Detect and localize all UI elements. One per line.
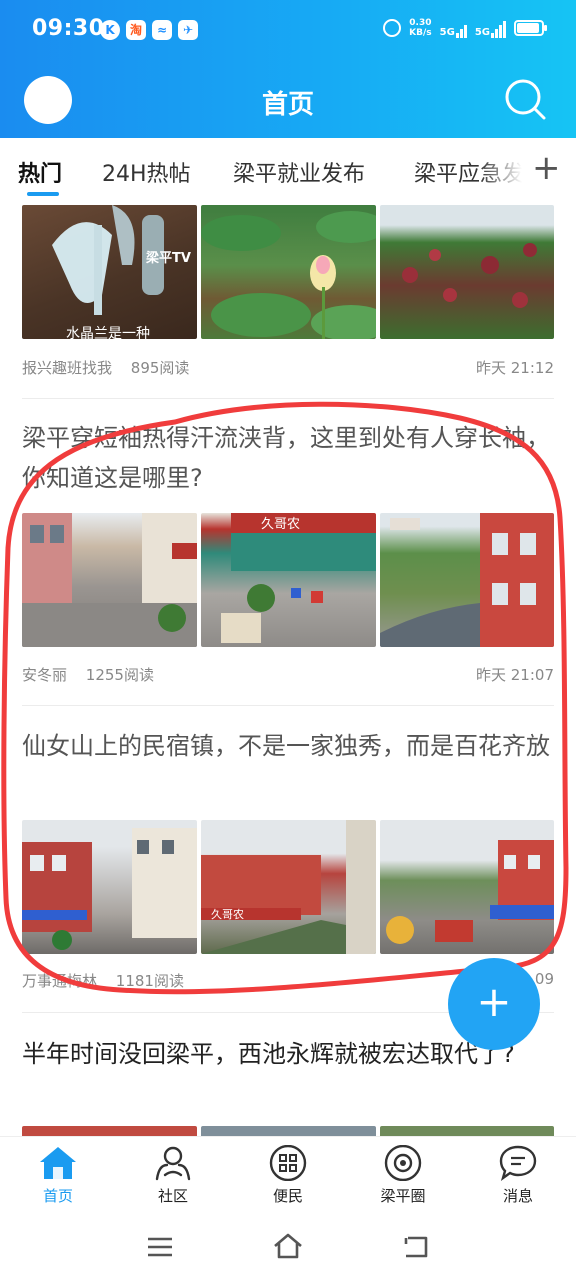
post-title[interactable]: 半年时间没回梁平，西池永辉就被宏达取代了? (22, 1034, 522, 1074)
image-caption: 水晶兰是一种 (66, 326, 150, 339)
post-image[interactable] (22, 1126, 197, 1136)
tab-fade (480, 138, 540, 202)
post-meta: 报兴趣班找我 895阅读 (22, 357, 189, 378)
k-app-icon: K (100, 20, 120, 40)
nav-label: 梁平圈 (380, 1187, 426, 1205)
signal-icon-1: 5G (440, 18, 467, 38)
menu-icon[interactable] (146, 1236, 174, 1258)
nav-label: 社区 (157, 1187, 188, 1205)
telegram-app-icon: ✈ (178, 20, 198, 40)
image-logo: 梁平TV (146, 251, 191, 266)
planet-icon (384, 1145, 422, 1181)
nav-circle[interactable]: 梁平圈 (363, 1145, 443, 1206)
tab-hot[interactable]: 热门 (18, 156, 62, 188)
tab-24h-hot[interactable]: 24H热帖 (102, 156, 191, 188)
nav-messages[interactable]: 消息 (478, 1145, 558, 1206)
alarm-icon (383, 19, 402, 37)
status-time: 09:30 (32, 16, 105, 41)
nav-label: 消息 (502, 1187, 533, 1205)
nav-label: 首页 (42, 1187, 73, 1205)
message-icon (499, 1145, 537, 1181)
tab-indicator (27, 192, 59, 196)
status-bar: 09:30 K 淘 ≈ ✈ 0.30 KB/s 5G 5G (0, 0, 576, 62)
add-tab-icon[interactable]: + (532, 148, 561, 188)
post-image[interactable] (201, 1126, 376, 1136)
net-speed: 0.30 KB/s (409, 18, 432, 38)
post-image-shrubs[interactable] (380, 205, 554, 339)
wifi-app-icon: ≈ (152, 20, 172, 40)
post-reads: 895阅读 (130, 359, 190, 377)
system-nav-bar (0, 1218, 576, 1280)
create-post-button[interactable]: + (448, 958, 540, 1050)
nav-home[interactable]: 首页 (18, 1145, 98, 1206)
signal-icon-2: 5G (475, 18, 506, 38)
taobao-app-icon: 淘 (126, 20, 146, 40)
services-grid-icon (269, 1145, 307, 1181)
status-right: 0.30 KB/s 5G 5G (383, 18, 547, 38)
battery-icon (514, 20, 547, 36)
top-bar: 09:30 K 淘 ≈ ✈ 0.30 KB/s 5G 5G 首页 (0, 0, 576, 138)
page-title: 首页 (261, 90, 314, 120)
back-icon[interactable] (402, 1234, 430, 1260)
post-image-lotus[interactable] (201, 205, 376, 339)
bottom-nav: 首页 社区 便民 梁平圈 消息 (0, 1136, 576, 1219)
tab-jobs[interactable]: 梁平就业发布 (233, 156, 365, 188)
search-icon[interactable] (504, 78, 546, 120)
highlight-annotation (1, 401, 569, 995)
community-icon (155, 1146, 191, 1181)
post-image[interactable] (380, 1126, 554, 1136)
nav-services[interactable]: 便民 (248, 1145, 328, 1206)
status-app-icons: K 淘 ≈ ✈ (100, 20, 198, 40)
nav-community[interactable]: 社区 (133, 1145, 213, 1206)
home-system-icon[interactable] (272, 1232, 304, 1260)
nav-label: 便民 (272, 1187, 303, 1205)
post-date: 昨天 21:12 (476, 359, 554, 377)
category-tabs: 热门 24H热帖 梁平就业发布 梁平应急发 + (0, 138, 576, 202)
home-icon (40, 1147, 76, 1179)
post-image-crystal-orchid[interactable]: 梁平TV 水晶兰是一种 (22, 205, 197, 339)
post-source[interactable]: 报兴趣班找我 (22, 359, 112, 377)
